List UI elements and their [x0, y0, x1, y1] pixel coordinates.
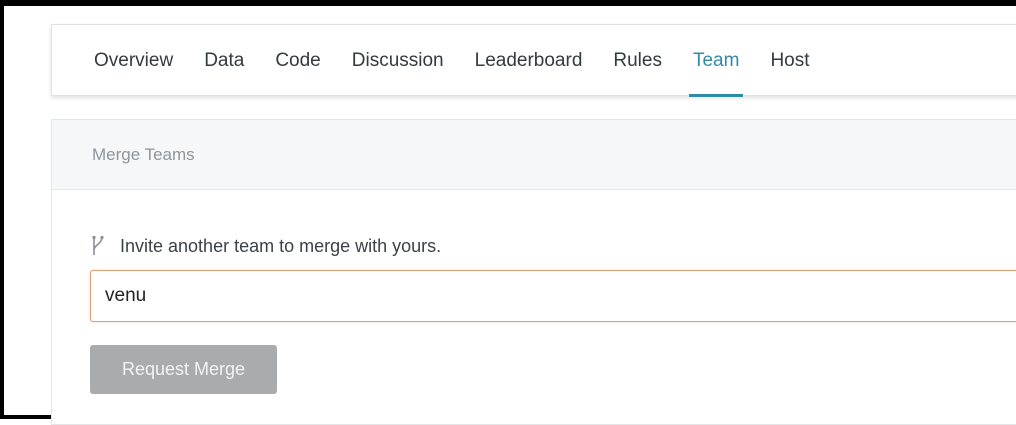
- tab-code[interactable]: Code: [275, 25, 320, 97]
- panel-title: Merge Teams: [92, 144, 195, 164]
- merge-branch-icon: [90, 235, 106, 257]
- tab-discussion[interactable]: Discussion: [352, 25, 444, 97]
- merge-teams-panel: Merge Teams Invite another team to merge…: [51, 119, 1016, 425]
- tab-list: Overview Data Code Discussion Leaderboar…: [94, 25, 841, 97]
- tab-host[interactable]: Host: [770, 25, 809, 97]
- competition-nav-bar: Overview Data Code Discussion Leaderboar…: [51, 24, 1016, 97]
- request-merge-button[interactable]: Request Merge: [90, 345, 277, 394]
- merge-hint: Invite another team to merge with yours.: [90, 235, 441, 257]
- tab-team[interactable]: Team: [688, 25, 744, 97]
- team-name-input[interactable]: [90, 270, 1016, 322]
- tab-overview[interactable]: Overview: [94, 25, 173, 97]
- panel-header: Merge Teams: [52, 120, 1016, 190]
- screenshot-frame: Overview Data Code Discussion Leaderboar…: [0, 0, 1016, 425]
- tab-data[interactable]: Data: [204, 25, 244, 97]
- tab-rules[interactable]: Rules: [613, 25, 662, 97]
- merge-hint-text: Invite another team to merge with yours.: [120, 235, 442, 256]
- tab-leaderboard[interactable]: Leaderboard: [475, 25, 583, 97]
